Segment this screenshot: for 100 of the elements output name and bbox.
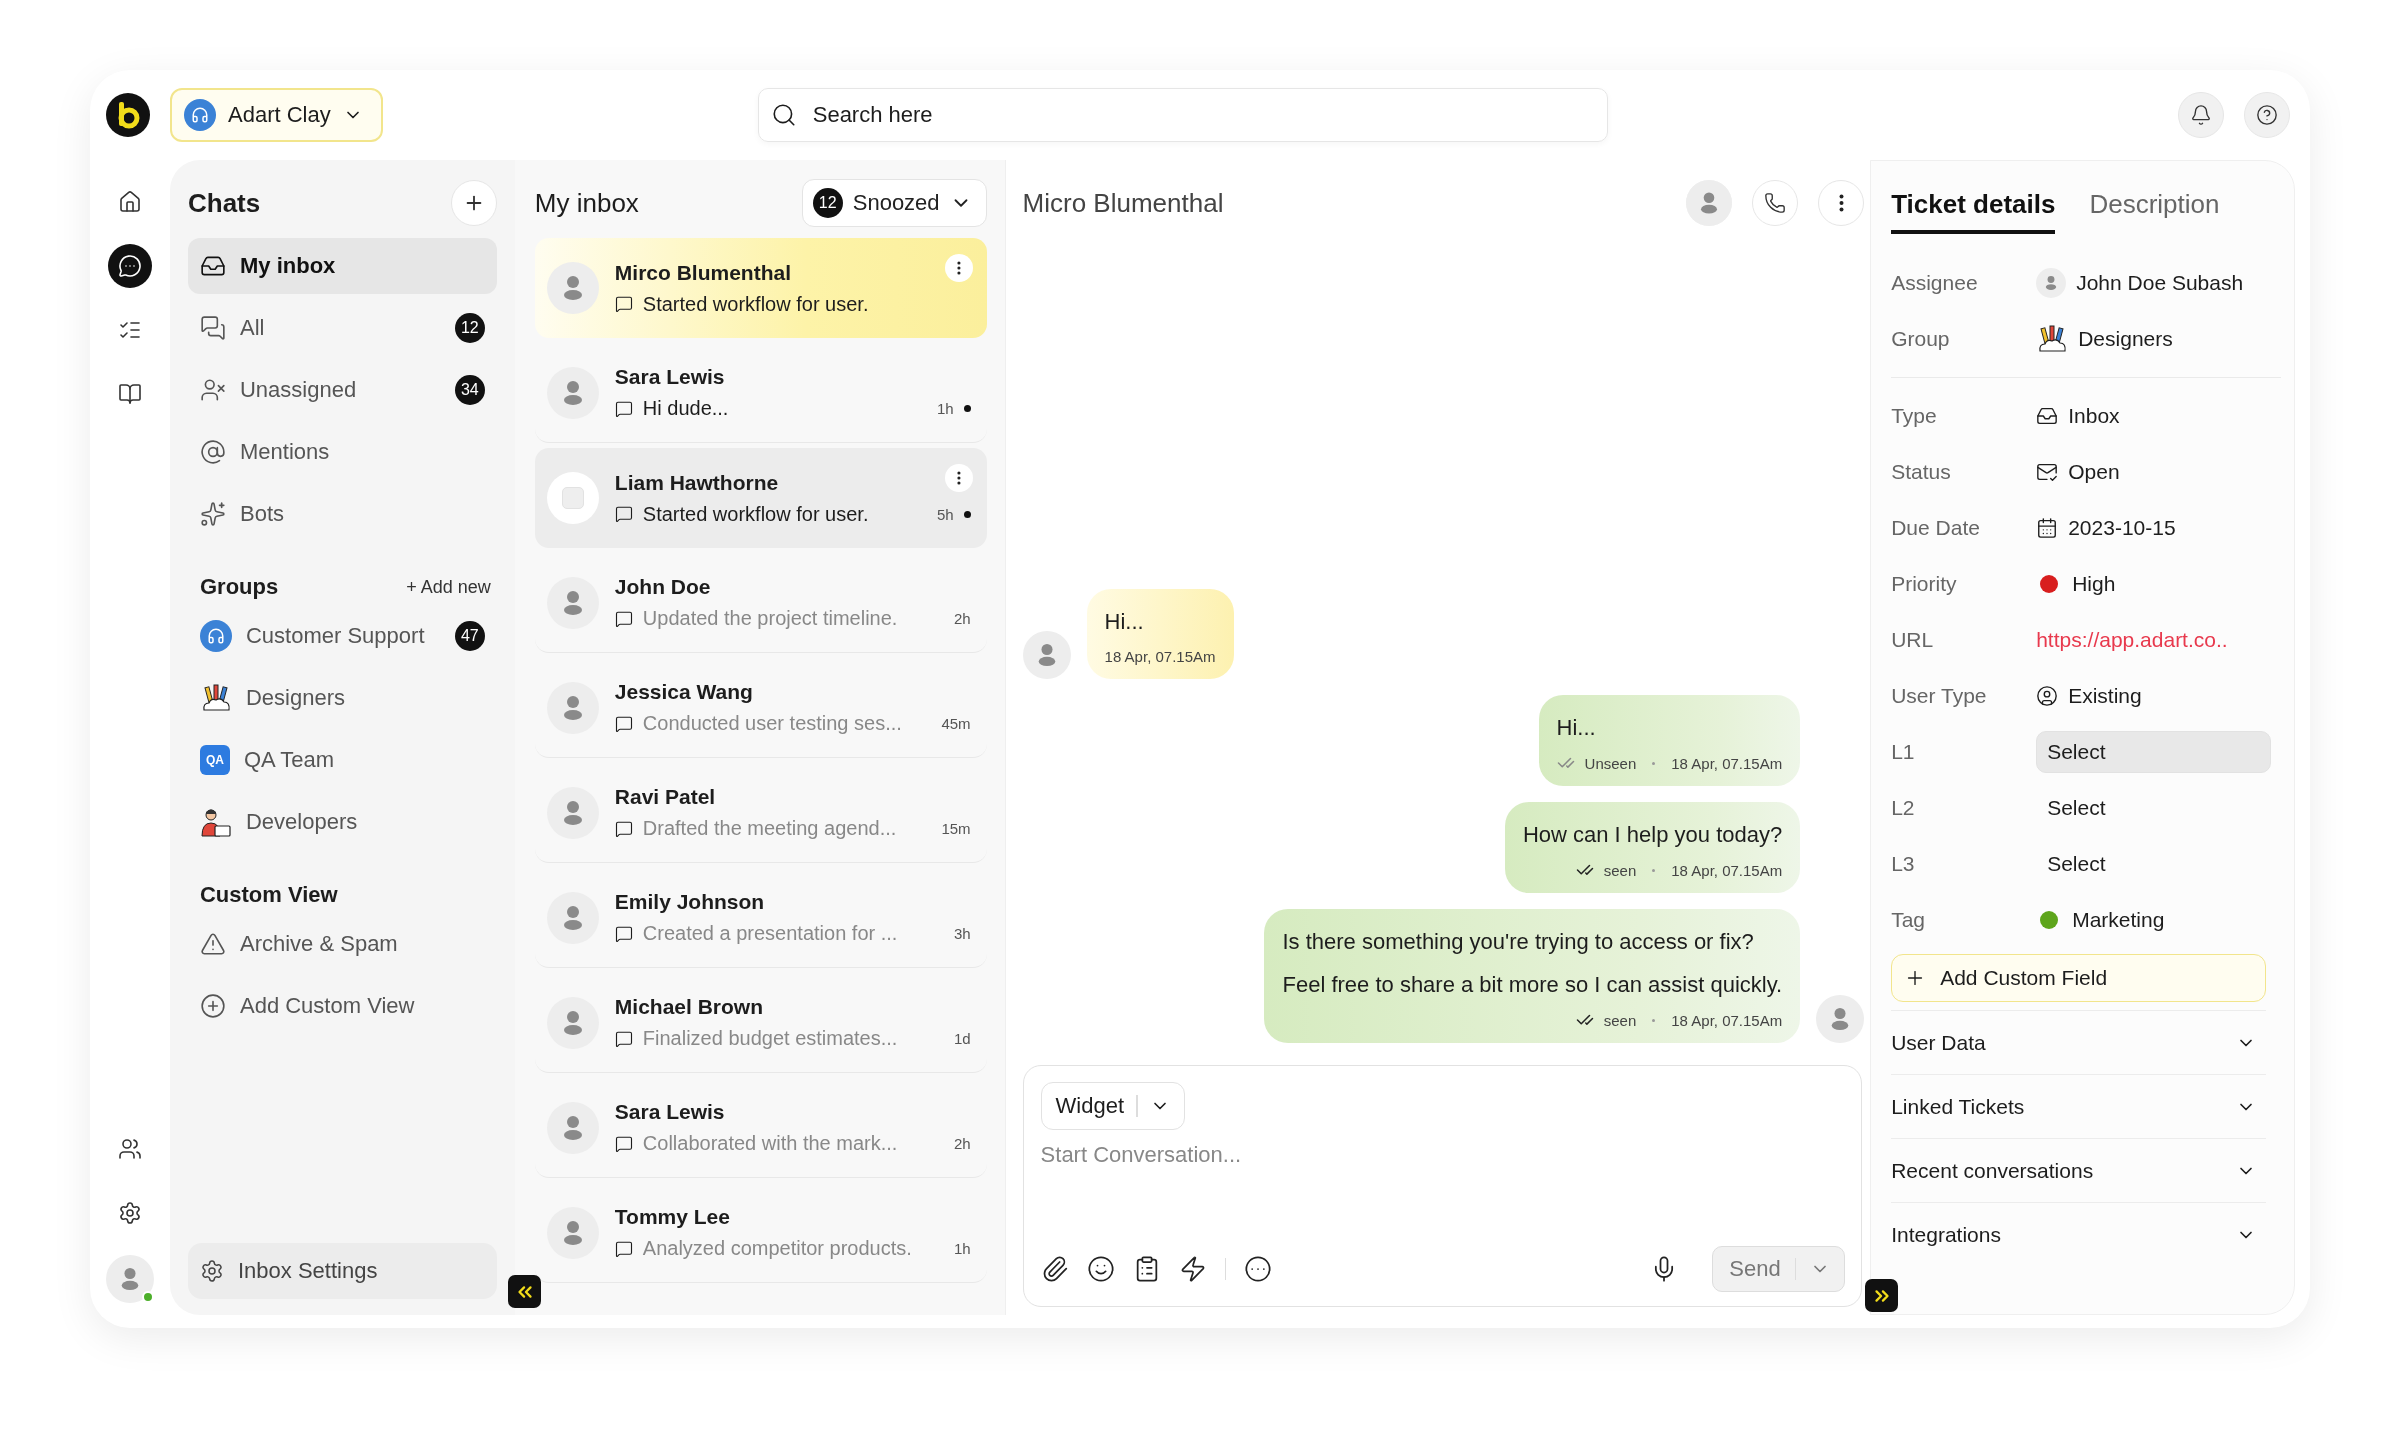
message-icon (614, 505, 633, 523)
collapse-button[interactable] (508, 1275, 541, 1308)
panel-title: Chats (187, 187, 261, 219)
users-icon (118, 1137, 142, 1161)
headset-icon (184, 99, 216, 131)
warning-icon (199, 931, 226, 957)
field-value: High (2072, 572, 2116, 596)
bell-icon (2190, 104, 2212, 126)
message-time: 1d (953, 1030, 971, 1047)
nav-item[interactable]: Mentions (187, 424, 497, 480)
message-icon (614, 924, 633, 943)
message-icon (614, 819, 633, 838)
developer-icon (199, 806, 232, 838)
field-label: Due Date (1891, 516, 1981, 540)
message-icon (614, 714, 633, 733)
settings-icon (118, 1201, 142, 1225)
headset-icon (199, 620, 232, 652)
tab[interactable]: Description (2089, 188, 2220, 234)
select-field[interactable]: Select (2036, 843, 2272, 885)
field-label: L3 (1891, 852, 1916, 876)
account-name: Adart Clay (228, 102, 331, 128)
select-field[interactable]: Select (2036, 731, 2272, 773)
message-time: 18 Apr, 07.15Am (1671, 861, 1783, 879)
conversation-item[interactable]: Sara Lewis Hi dude... 1h (534, 343, 987, 443)
url-link[interactable]: https://app.adart.co.. (2036, 628, 2228, 652)
view-item[interactable]: Archive & Spam (187, 916, 497, 972)
add-chat-button[interactable] (450, 180, 497, 226)
accordion-header[interactable]: Integrations (1891, 1202, 2267, 1266)
count-badge: 12 (812, 188, 843, 218)
avatar-icon (1686, 180, 1733, 226)
conversation-item[interactable]: Michael Brown Finalized budget estimates... 1d (534, 973, 987, 1073)
inbox-settings-button[interactable]: Inbox Settings (187, 1243, 497, 1299)
field-value: Inbox (2068, 404, 2120, 428)
notifications-button[interactable] (2178, 92, 2224, 138)
field-label: Type (1891, 404, 1938, 428)
accordion-header[interactable]: User Data (1891, 1010, 2267, 1074)
conversation-item[interactable]: Tommy Lee Analyzed competitor products. 1h (534, 1183, 987, 1283)
inbox-icon (2036, 405, 2059, 427)
emoji-button[interactable] (1086, 1255, 1115, 1283)
send-button[interactable]: Send (1712, 1246, 1846, 1292)
avatar-icon (546, 786, 599, 839)
chats-icon (199, 315, 226, 341)
message-icon (614, 295, 633, 313)
group-item[interactable]: Customer Support 47 (187, 608, 497, 664)
group-item[interactable]: Developers (187, 794, 497, 850)
more-button[interactable] (944, 254, 973, 282)
field-label: Tag (1891, 908, 1927, 932)
message-preview: Finalized budget estimates... (642, 1027, 899, 1050)
select-field[interactable]: Select (2036, 787, 2272, 829)
logo-icon (106, 93, 150, 137)
message-icon (614, 399, 633, 418)
at-sign-icon (199, 439, 226, 465)
count-badge: 34 (454, 375, 485, 405)
field-value: Marketing (2072, 908, 2165, 932)
accordion-header[interactable]: Recent conversations (1891, 1138, 2267, 1202)
avatar-icon (546, 262, 599, 314)
message-time: 3h (953, 925, 971, 942)
nav-item[interactable]: All 12 (187, 300, 497, 356)
read-status: seen (1603, 861, 1637, 879)
pencils-cloud-icon (2036, 323, 2069, 355)
more-button[interactable] (944, 464, 973, 492)
user-avatar[interactable] (106, 1255, 154, 1303)
group-item[interactable]: Designers (187, 670, 497, 726)
profile-button[interactable] (1686, 180, 1733, 226)
message-composer[interactable]: Widget Start Conversation... Send (1022, 1065, 1863, 1307)
conversation-item[interactable]: Liam Hawthorne Started workflow for user. 5h (534, 448, 987, 548)
expand-button[interactable] (1865, 1279, 1898, 1312)
message-time: 1h (936, 400, 954, 417)
conversation-item[interactable]: Sara Lewis Collaborated with the mark... 2h (534, 1078, 987, 1178)
group-item[interactable]: QA QA Team (187, 732, 497, 788)
rail-button[interactable] (108, 244, 152, 288)
add-group-link[interactable]: + Add new (406, 576, 491, 598)
conversation-item[interactable]: Ravi Patel Drafted the meeting agend... 15m (534, 763, 987, 863)
more-options-button[interactable] (1244, 1255, 1273, 1283)
account-switcher[interactable]: Adart Clay (170, 88, 383, 142)
contact-name: Sara Lewis (614, 1100, 725, 1124)
add-custom-field-button[interactable]: Add Custom Field (1891, 954, 2267, 1002)
nav-item[interactable]: My inbox (187, 238, 497, 294)
message-time: 18 Apr, 07.15Am (1104, 648, 1216, 665)
message-preview: Conducted user testing ses... (642, 712, 903, 735)
channel-dropdown[interactable]: Widget (1040, 1082, 1185, 1130)
conversation-item[interactable]: John Doe Updated the project timeline. 2h (534, 553, 987, 653)
help-button[interactable] (2244, 92, 2290, 138)
call-button[interactable] (1752, 180, 1799, 226)
contact-name: Tommy Lee (614, 1205, 730, 1229)
conversation-item[interactable]: Jessica Wang Conducted user testing ses... 45m (534, 658, 987, 758)
conversation-item[interactable]: Mirco Blumenthal Started workflow for user. (534, 238, 987, 338)
tab[interactable]: Ticket details (1891, 188, 2056, 234)
nav-item[interactable]: Bots (187, 486, 497, 542)
view-item[interactable]: Add Custom View (187, 978, 497, 1034)
conversation-item[interactable]: Emily Johnson Created a presentation for ... 3h (534, 868, 987, 968)
unread-dot (963, 405, 971, 412)
avatar-icon (546, 1206, 599, 1259)
nav-item[interactable]: Unassigned 34 (187, 362, 497, 418)
filter-dropdown[interactable]: 12 Snoozed (801, 179, 987, 227)
accordion-header[interactable]: Linked Tickets (1891, 1074, 2267, 1138)
book-icon (118, 382, 142, 406)
message-preview: Analyzed competitor products. (642, 1237, 913, 1260)
contact-name: John Doe (614, 575, 711, 599)
avatar-icon (546, 996, 599, 1049)
